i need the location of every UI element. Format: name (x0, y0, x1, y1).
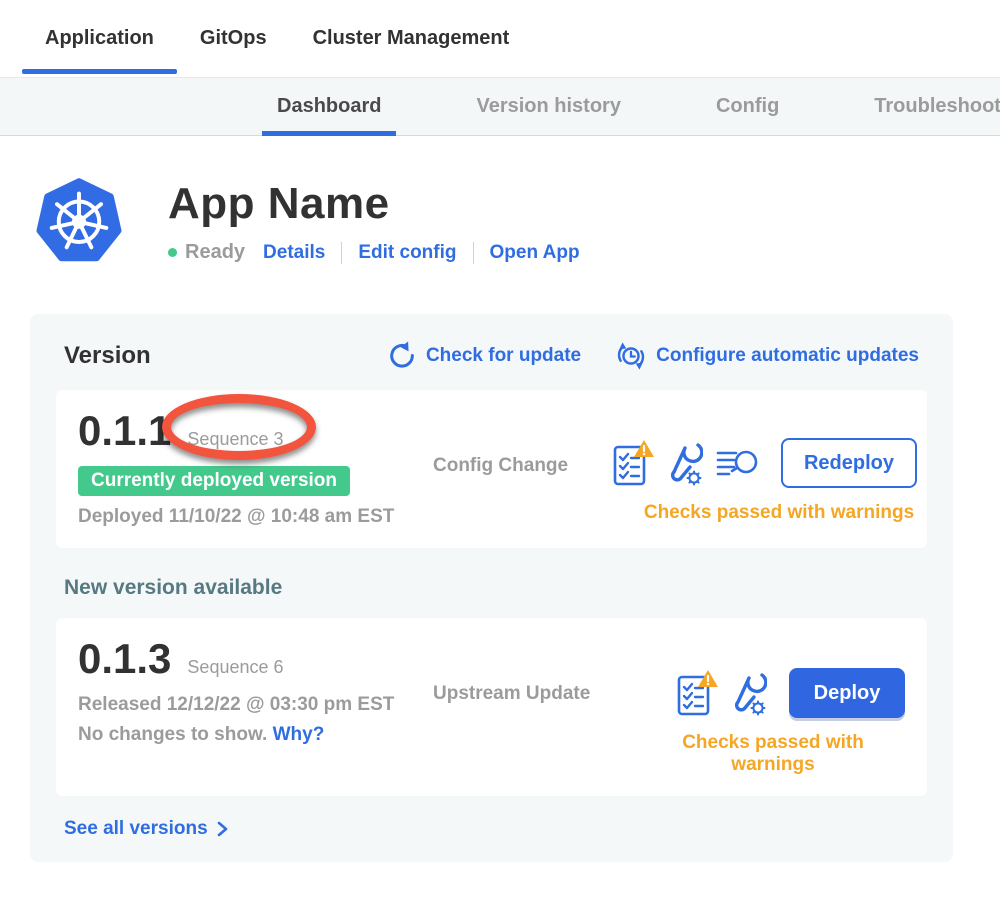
version-card-title: Version (64, 342, 151, 370)
divider (473, 242, 474, 264)
current-version-sequence: Sequence 3 (187, 429, 283, 450)
app-header: App Name Ready Details Edit config Open … (0, 136, 1000, 264)
chevron-right-icon (216, 820, 230, 838)
see-all-versions-link[interactable]: See all versions (64, 818, 927, 840)
no-changes-text: No changes to show. (78, 724, 267, 745)
tab-dashboard[interactable]: Dashboard (262, 78, 396, 135)
nav-item-application[interactable]: Application (22, 0, 177, 77)
see-all-versions-label: See all versions (64, 818, 208, 840)
kubernetes-logo-icon (35, 176, 123, 264)
new-version-sequence: Sequence 6 (187, 657, 283, 678)
preflight-checks-icon[interactable] (675, 668, 719, 718)
new-version-number: 0.1.3 (78, 636, 171, 682)
change-type-label: Upstream Update (433, 636, 611, 776)
app-tab-bar: Dashboard Version history Config Trouble… (0, 77, 1000, 136)
top-nav: Application GitOps Cluster Management (0, 0, 1000, 77)
configure-automatic-updates-label: Configure automatic updates (656, 345, 919, 367)
nav-item-cluster-management[interactable]: Cluster Management (290, 0, 533, 77)
redeploy-button[interactable]: Redeploy (781, 438, 917, 488)
config-wrench-icon[interactable] (667, 440, 703, 486)
deploy-button[interactable]: Deploy (789, 668, 905, 718)
page-title: App Name (168, 181, 580, 227)
check-for-update-label: Check for update (426, 345, 581, 367)
details-link[interactable]: Details (263, 242, 325, 264)
current-version-row: 0.1.1 Sequence 3 Currently deployed vers… (56, 390, 927, 548)
preflight-checks-icon[interactable] (611, 438, 655, 488)
edit-config-link[interactable]: Edit config (358, 242, 456, 264)
tab-troubleshoot[interactable]: Troubleshoot (859, 78, 1000, 135)
nav-item-gitops[interactable]: GitOps (177, 0, 290, 77)
refresh-icon (387, 341, 417, 371)
config-wrench-icon[interactable] (731, 670, 767, 716)
checks-status: Checks passed with warnings (611, 732, 905, 776)
divider (341, 242, 342, 264)
deployed-timestamp: Deployed 11/10/22 @ 10:48 am EST (78, 506, 433, 528)
check-for-update-link[interactable]: Check for update (387, 341, 581, 371)
new-version-row: 0.1.3 Sequence 6 Released 12/12/22 @ 03:… (56, 618, 927, 796)
configure-automatic-updates-link[interactable]: Configure automatic updates (615, 340, 919, 372)
current-version-number: 0.1.1 (78, 408, 171, 454)
released-timestamp: Released 12/12/22 @ 03:30 pm EST (78, 694, 433, 716)
open-app-link[interactable]: Open App (490, 242, 580, 264)
currently-deployed-badge: Currently deployed version (78, 466, 350, 496)
status-dot-icon (168, 248, 177, 257)
view-diff-icon[interactable] (715, 444, 759, 482)
tab-config[interactable]: Config (701, 78, 794, 135)
checks-status: Checks passed with warnings (611, 502, 917, 524)
why-link[interactable]: Why? (273, 724, 325, 745)
status-badge: Ready (185, 241, 245, 264)
version-card: Version Check for update (30, 314, 953, 862)
change-type-label: Config Change (433, 408, 611, 528)
tab-version-history[interactable]: Version history (461, 78, 636, 135)
clock-cycle-icon (615, 340, 647, 372)
new-version-heading: New version available (64, 576, 927, 600)
